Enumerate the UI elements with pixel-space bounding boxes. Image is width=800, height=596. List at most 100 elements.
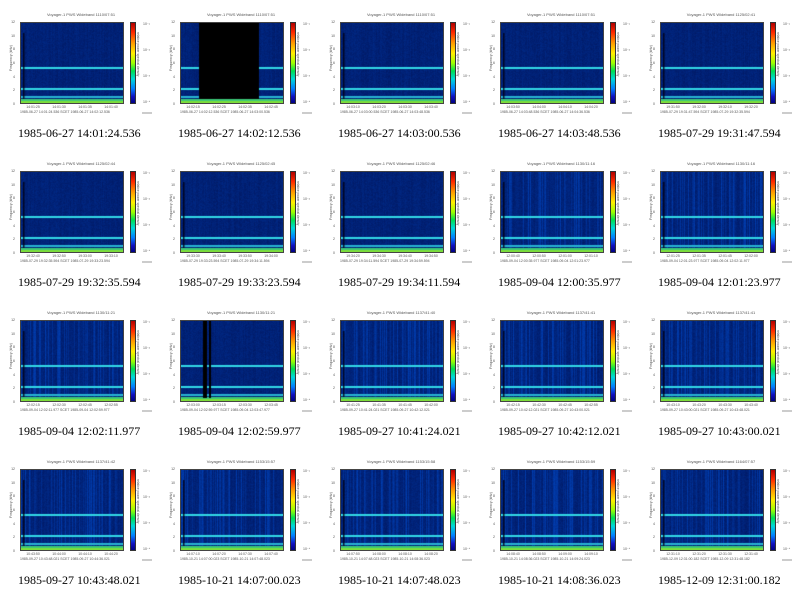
footer-logo — [142, 261, 152, 263]
spectrogram-thumbnail[interactable]: Voyager-1 PWS Wideband 1137/41:41 12 10 8 6 4… — [642, 310, 792, 418]
timestamp-caption[interactable]: 1985-07-29 19:34:11.594 — [338, 275, 460, 290]
gallery-item[interactable]: Voyager-1 PWS Wideband 1137/41:40 12 10 8 6 4… — [320, 298, 480, 447]
spectrogram-thumbnail[interactable]: Voyager-1 PWS Wideband 1137/41:42 12 10 8 6 4… — [2, 459, 152, 567]
timestamp-caption[interactable]: 1985-06-27 14:03:48.536 — [498, 126, 621, 141]
colorbar-tick-label: 10⁻⁴ — [623, 547, 631, 551]
y-tick-label: 12 — [331, 169, 335, 173]
gallery-item[interactable]: Voyager-1 PWS Wideband 1110/07:51 12 10 8 6 4… — [0, 0, 160, 149]
gallery-item[interactable]: Voyager-1 PWS Wideband 1153/15:58 12 10 8 6 4… — [320, 447, 480, 596]
timestamp-caption[interactable]: 1985-09-04 12:02:11.977 — [18, 424, 140, 439]
gallery-item[interactable]: Voyager-1 PWS Wideband 1110/07:51 12 10 8 6 4… — [160, 0, 320, 149]
timestamp-caption[interactable]: 1985-09-04 12:00:35.977 — [498, 275, 621, 290]
timestamp-caption[interactable]: 1985-09-27 10:42:12.021 — [498, 424, 621, 439]
y-tick-label: 8 — [653, 494, 655, 499]
colorbar-tick-label: 10⁻⁴ — [303, 398, 311, 402]
spectrogram-thumbnail[interactable]: Voyager-1 PWS Wideband 1110/07:51 12 10 8 6 4… — [2, 12, 152, 120]
x-tick-label: 14:02:25 — [212, 105, 226, 109]
spectrogram-thumbnail[interactable]: Voyager-1 PWS Wideband 1130/11:21 12 10 8 6 4… — [2, 310, 152, 418]
plot-title: Voyager-1 PWS Wideband 1153/15:58 — [366, 459, 436, 464]
spectrogram-thumbnail[interactable]: Voyager-1 PWS Wideband 1110/07:51 12 10 8 6 4… — [162, 12, 312, 120]
footer-logo — [462, 261, 472, 263]
timestamp-caption[interactable]: 1985-09-04 12:01:23.977 — [658, 275, 781, 290]
spectrogram-image — [340, 171, 444, 253]
timestamp-caption[interactable]: 1985-12-09 12:31:00.182 — [658, 573, 781, 588]
colorbar-tick-label: 10⁻³ — [463, 74, 470, 78]
spectrogram-canvas — [341, 23, 443, 103]
spectrogram-thumbnail[interactable]: Voyager-1 PWS Wideband 1137/41:40 12 10 8 6 4… — [322, 310, 472, 418]
timestamp-caption[interactable]: 1985-09-04 12:02:59.977 — [178, 424, 301, 439]
x-tick-label: 10:43:20 — [692, 403, 706, 407]
gallery-item[interactable]: Voyager-1 PWS Wideband 1110/07:51 12 10 8 6 4… — [320, 0, 480, 149]
timestamp-caption[interactable]: 1985-10-21 14:07:48.023 — [338, 573, 461, 588]
y-tick-label: 12 — [491, 20, 495, 24]
x-tick-label: 10:43:10 — [666, 403, 680, 407]
gallery-item[interactable]: Voyager-1 PWS Wideband 1164/07:57 12 10 8 6 4… — [640, 447, 800, 596]
timestamp-caption[interactable]: 1985-06-27 14:01:24.536 — [18, 126, 141, 141]
gallery-item[interactable]: Voyager-1 PWS Wideband 1130/11:16 12 10 8 6 4… — [640, 149, 800, 298]
y-axis-label: Frequency (kHz) — [8, 194, 13, 220]
y-tick-label: 4 — [493, 74, 495, 79]
spectrogram-thumbnail[interactable]: Voyager-1 PWS Wideband 1130/11:16 12 10 8 6 4… — [482, 161, 632, 269]
gallery-item[interactable]: Voyager-1 PWS Wideband 1125/02:41 12 10 8 6 4… — [640, 0, 800, 149]
timestamp-caption[interactable]: 1985-07-29 19:31:47.594 — [658, 126, 781, 141]
x-axis-label: 1985-10-21 14:07:00.023 SCET 1985-10-21 … — [180, 557, 270, 561]
gallery-item[interactable]: Voyager-1 PWS Wideband 1125/02:46 12 10 8 6 4… — [320, 149, 480, 298]
timestamp-caption[interactable]: 1985-09-27 10:43:48.021 — [18, 573, 141, 588]
spectrogram-thumbnail[interactable]: Voyager-1 PWS Wideband 1130/11:16 12 10 8 6 4… — [642, 161, 792, 269]
gallery-item[interactable]: Voyager-1 PWS Wideband 1130/11:21 12 10 8 6 4… — [160, 298, 320, 447]
x-axis-label: 1985-09-27 10:42:12.021 SCET 1985-09-27 … — [500, 408, 590, 412]
x-tick-label: 12:01:45 — [718, 254, 732, 258]
y-axis-label: Frequency (kHz) — [488, 194, 493, 220]
spectrogram-thumbnail[interactable]: Voyager-1 PWS Wideband 1125/02:46 12 10 8 6 4… — [322, 161, 472, 269]
x-tick-label: 12:01:00 — [558, 254, 572, 258]
spectrogram-image — [500, 171, 604, 253]
x-axis: 12:03:00 12:03:15 12:03:30 12:03:45 1985-09-… — [180, 402, 284, 416]
x-tick-label: 14:08:50 — [532, 552, 546, 556]
colorbar-tick-label: 10⁻³ — [623, 223, 630, 227]
colorbar-tick-label: 10⁻¹ — [303, 171, 310, 175]
timestamp-caption[interactable]: 1985-06-27 14:02:12.536 — [178, 126, 301, 141]
spectrogram-canvas — [21, 23, 123, 103]
timestamp-caption[interactable]: 1985-09-27 10:43:00.021 — [658, 424, 781, 439]
gallery-item[interactable]: Voyager-1 PWS Wideband 1110/07:51 12 10 8 6 4… — [480, 0, 640, 149]
spectrogram-thumbnail[interactable]: Voyager-1 PWS Wideband 1125/02:44 12 10 8 6 4… — [2, 161, 152, 269]
y-tick-label: 2 — [493, 88, 495, 93]
gallery-item[interactable]: Voyager-1 PWS Wideband 1125/02:44 12 10 8 6 4… — [0, 149, 160, 298]
gallery-item[interactable]: Voyager-1 PWS Wideband 1130/11:21 12 10 8 6 4… — [0, 298, 160, 447]
spectrogram-thumbnail[interactable]: Voyager-1 PWS Wideband 1130/11:21 12 10 8 6 4… — [162, 310, 312, 418]
gallery-item[interactable]: Voyager-1 PWS Wideband 1125/02:45 12 10 8 6 4… — [160, 149, 320, 298]
timestamp-caption[interactable]: 1985-07-29 19:33:23.594 — [178, 275, 301, 290]
y-tick-label: 4 — [653, 223, 655, 228]
y-tick-label: 0 — [173, 251, 175, 255]
colorbar-label: relative power spectral density — [616, 32, 620, 77]
spectrogram-thumbnail[interactable]: Voyager-1 PWS Wideband 1137/41:41 12 10 8 6 4… — [482, 310, 632, 418]
gallery-item[interactable]: Voyager-1 PWS Wideband 1153/15:57 12 10 8 6 4… — [160, 447, 320, 596]
spectrogram-thumbnail[interactable]: Voyager-1 PWS Wideband 1153/15:58 12 10 8 6 4… — [322, 459, 472, 567]
timestamp-caption[interactable]: 1985-09-27 10:41:24.021 — [338, 424, 461, 439]
timestamp-caption[interactable]: 1985-10-21 14:08:36.023 — [498, 573, 621, 588]
spectrogram-thumbnail[interactable]: Voyager-1 PWS Wideband 1153/15:57 12 10 8 6 4… — [162, 459, 312, 567]
timestamp-caption[interactable]: 1985-10-21 14:07:00.023 — [178, 573, 301, 588]
spectrogram-thumbnail[interactable]: Voyager-1 PWS Wideband 1110/07:51 12 10 8 6 4… — [322, 12, 472, 120]
y-tick-label: 4 — [333, 74, 335, 79]
y-tick-label: 12 — [491, 318, 495, 322]
gallery-item[interactable]: Voyager-1 PWS Wideband 1137/41:41 12 10 8 6 4… — [640, 298, 800, 447]
timestamp-caption[interactable]: 1985-07-29 19:32:35.594 — [18, 275, 141, 290]
gallery-item[interactable]: Voyager-1 PWS Wideband 1137/41:42 12 10 8 6 4… — [0, 447, 160, 596]
colorbar-ticks: 10⁻¹ 10⁻² 10⁻³ 10⁻⁴ — [463, 320, 473, 402]
y-tick-label: 10 — [171, 480, 175, 485]
y-tick-label: 10 — [651, 182, 655, 187]
y-axis-label: Frequency (kHz) — [328, 343, 333, 369]
spectrogram-thumbnail[interactable]: Voyager-1 PWS Wideband 1110/07:51 12 10 8 6 4… — [482, 12, 632, 120]
gallery-item[interactable]: Voyager-1 PWS Wideband 1130/11:16 12 10 8 6 4… — [480, 149, 640, 298]
spectrogram-thumbnail[interactable]: Voyager-1 PWS Wideband 1125/02:45 12 10 8 6 4… — [162, 161, 312, 269]
spectrogram-thumbnail[interactable]: Voyager-1 PWS Wideband 1164/07:57 12 10 8 6 4… — [642, 459, 792, 567]
spectrogram-thumbnail[interactable]: Voyager-1 PWS Wideband 1153/15:59 12 10 8 6 4… — [482, 459, 632, 567]
y-axis: 12 10 8 6 4 2 0 Frequency (kHz) — [2, 467, 18, 553]
plot-title: Voyager-1 PWS Wideband 1130/11:21 — [206, 310, 276, 315]
gallery-item[interactable]: Voyager-1 PWS Wideband 1137/41:41 12 10 8 6 4… — [480, 298, 640, 447]
y-tick-label: 12 — [491, 467, 495, 471]
timestamp-caption[interactable]: 1985-06-27 14:03:00.536 — [338, 126, 461, 141]
gallery-item[interactable]: Voyager-1 PWS Wideband 1153/15:59 12 10 8 6 4… — [480, 447, 640, 596]
spectrogram-thumbnail[interactable]: Voyager-1 PWS Wideband 1125/02:41 12 10 8 6 4… — [642, 12, 792, 120]
